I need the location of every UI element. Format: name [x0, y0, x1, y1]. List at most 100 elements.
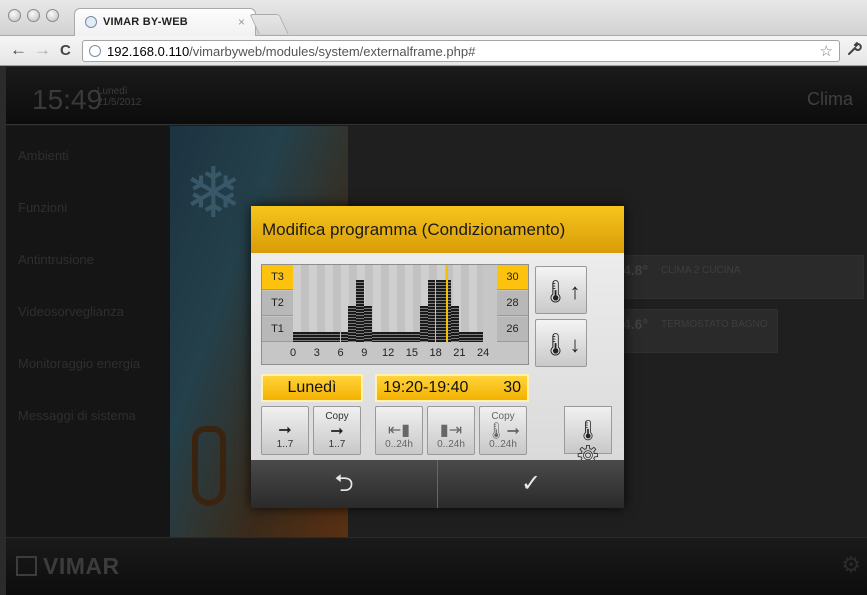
program-bar[interactable] — [364, 306, 373, 342]
program-chart[interactable]: T3 T2 T1 30 28 26 0 3 6 9 12 15 18 21 24 — [261, 264, 529, 365]
program-bar[interactable] — [372, 332, 381, 342]
temperature-down-button[interactable]: 🌡↓ — [535, 319, 587, 367]
program-bar[interactable] — [308, 332, 317, 342]
shift-left-button[interactable]: ⇤▮ 0..24h — [375, 406, 423, 455]
card-label: TERMOSTATO BAGNO — [661, 319, 768, 330]
close-tab-icon[interactable]: × — [238, 15, 245, 29]
x-tick-label: 6 — [337, 347, 344, 359]
temperature-up-button[interactable]: 🌡↑ — [535, 266, 587, 314]
copy-hours-button[interactable]: Copy 🌡➞ 0..24h — [479, 406, 527, 455]
level-label-t1[interactable]: T1 — [262, 317, 293, 342]
apply-days-button[interactable]: ➞ 1..7 — [261, 406, 309, 455]
vimar-logo: VIMAR — [16, 553, 120, 580]
level-label-t3[interactable]: T3 — [262, 265, 293, 290]
program-bar[interactable] — [388, 332, 396, 342]
browser-window: VIMAR BY-WEB × ← → C 192.168.0.110/vimar… — [0, 0, 867, 595]
bookmark-star-icon[interactable]: ☆ — [820, 42, 833, 60]
program-bar[interactable] — [316, 332, 325, 342]
thermometer-icon — [192, 426, 226, 506]
level-label-t2[interactable]: T2 — [262, 291, 293, 316]
sidebar-item-ambienti[interactable]: Ambienti — [18, 148, 69, 163]
program-bar[interactable] — [395, 332, 404, 342]
current-time-marker — [446, 265, 449, 342]
x-tick-label: 3 — [313, 347, 320, 359]
program-bar[interactable] — [332, 332, 341, 342]
back-arrow-icon[interactable]: ← — [10, 40, 27, 60]
program-bar[interactable] — [427, 280, 436, 342]
button-caption: 1..7 — [276, 439, 294, 450]
arrow-right-icon: ➞ — [330, 423, 344, 440]
program-bar[interactable] — [340, 332, 349, 342]
wrench-icon[interactable] — [846, 41, 862, 61]
thermometer-down-icon: 🌡↓ — [541, 332, 581, 357]
program-plot-area[interactable] — [293, 265, 483, 342]
x-tick-label: 18 — [429, 347, 442, 359]
program-bar[interactable] — [380, 332, 388, 342]
time-range-field[interactable]: 19:20-19:40 30 — [375, 374, 529, 402]
x-tick-label: 0 — [290, 347, 297, 359]
shift-right-button[interactable]: ▮⇥ 0..24h — [427, 406, 475, 455]
browser-tab[interactable]: VIMAR BY-WEB × — [74, 8, 256, 36]
address-bar[interactable]: 192.168.0.110/vimarbyweb/modules/system/… — [82, 40, 840, 62]
program-bar[interactable] — [451, 306, 460, 342]
program-bar[interactable] — [467, 332, 476, 342]
dialog-header: Modifica programma (Condizionamento) — [251, 206, 624, 253]
time-range-text: 19:20-19:40 — [383, 379, 469, 396]
sidebar-item-messaggi-di-sistema[interactable]: Messaggi di sistema — [18, 408, 136, 423]
program-bar[interactable] — [475, 332, 483, 342]
program-bar[interactable] — [419, 306, 428, 342]
time-range-value: 30 — [503, 379, 521, 396]
clima-card[interactable]: 4.8° CLIMA 2 CUCINA — [618, 255, 864, 299]
arrow-right-icon: ➞ — [278, 422, 292, 439]
zoom-window-button[interactable] — [46, 9, 59, 22]
edit-program-dialog: Modifica programma (Condizionamento) T3 … — [251, 206, 624, 508]
program-bar[interactable] — [411, 332, 420, 342]
dialog-body: T3 T2 T1 30 28 26 0 3 6 9 12 15 18 21 24 🌡↑ 🌡↓ L… — [251, 253, 624, 467]
dialog-footer: ⮌ ✓ — [251, 460, 624, 508]
tab-title: VIMAR BY-WEB — [103, 16, 188, 28]
dialog-title: Modifica programma (Condizionamento) — [262, 220, 566, 239]
program-bar[interactable] — [459, 332, 468, 342]
clock-date-value: 21/5/2012 — [97, 97, 142, 108]
section-title: Clima — [806, 89, 853, 109]
vimar-brand: VIMAR — [43, 553, 120, 579]
tab-strip: VIMAR BY-WEB × — [0, 0, 867, 36]
globe-icon — [85, 16, 97, 28]
thermometer-up-icon: 🌡↑ — [541, 279, 581, 304]
clima-card[interactable]: 4.6° TERMOSTATO BAGNO — [618, 309, 778, 353]
settings-gear-icon[interactable]: ⚙ — [841, 552, 861, 578]
program-bar[interactable] — [300, 332, 309, 342]
close-window-button[interactable] — [8, 9, 21, 22]
thermostat-settings-button[interactable]: 🌡⚙ — [564, 406, 612, 467]
url-host: 192.168.0.110 — [107, 44, 190, 59]
program-bar[interactable] — [435, 280, 444, 342]
sidebar-item-monitoraggio-energia[interactable]: Monitoraggio energia — [18, 356, 140, 371]
card-temperature: 4.8° — [623, 262, 649, 278]
back-button[interactable]: ⮌ — [251, 460, 437, 508]
app-header: 15:49 Lunedì 21/5/2012 Clima — [6, 67, 867, 125]
minimize-window-button[interactable] — [27, 9, 40, 22]
sidebar-item-funzioni[interactable]: Funzioni — [18, 200, 67, 215]
button-caption: 0..24h — [489, 439, 517, 450]
copy-days-button[interactable]: Copy ➞ 1..7 — [313, 406, 361, 455]
program-bar[interactable] — [293, 332, 301, 342]
card-temperature: 4.6° — [623, 316, 649, 332]
sidebar-item-antintrusione[interactable]: Antintrusione — [18, 252, 94, 267]
browser-toolbar: ← → C 192.168.0.110/vimarbyweb/modules/s… — [0, 36, 867, 66]
program-bar[interactable] — [324, 332, 333, 342]
day-selector[interactable]: Lunedì — [261, 374, 363, 402]
program-bar[interactable] — [348, 306, 357, 342]
level-value-28: 28 — [497, 291, 528, 316]
shift-left-icon: ⇤▮ — [387, 422, 411, 439]
checkmark-icon: ✓ — [520, 470, 542, 497]
program-bar[interactable] — [356, 280, 365, 342]
sidebar-item-videosorveglianza[interactable]: Videosorveglianza — [18, 304, 124, 319]
forward-arrow-icon[interactable]: → — [34, 40, 51, 60]
confirm-button[interactable]: ✓ — [438, 460, 624, 508]
undo-icon: ⮌ — [334, 470, 354, 497]
button-caption: 0..24h — [385, 439, 413, 450]
program-bar[interactable] — [403, 332, 412, 342]
button-caption: 0..24h — [437, 439, 465, 450]
shift-right-icon: ▮⇥ — [439, 422, 463, 439]
reload-icon[interactable]: C — [60, 42, 71, 59]
